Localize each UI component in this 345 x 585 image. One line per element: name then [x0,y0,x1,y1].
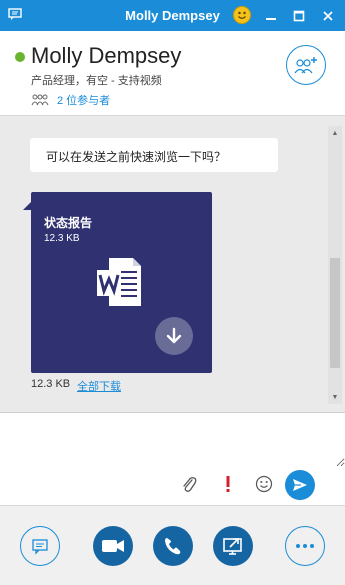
im-icon [32,538,48,555]
conversation-pane[interactable]: 可以在发送之前快速浏览一下吗？ 状态报告 12.3 KB 12.3 KB 全部下… [0,115,345,413]
present-button[interactable] [213,526,253,566]
bottom-toolbar [0,505,345,585]
importance-icon[interactable] [217,473,239,495]
video-icon [102,540,124,552]
file-size: 12.3 KB [44,233,80,244]
minimize-button[interactable] [258,3,284,29]
scroll-up-icon[interactable]: ▲ [328,126,342,140]
video-button[interactable] [93,526,133,566]
presence-available-icon [15,52,25,62]
more-options-button[interactable] [285,526,325,566]
file-attachment-card[interactable]: 状态报告 12.3 KB [23,192,212,373]
message-bubble: 可以在发送之前快速浏览一下吗？ [30,138,278,172]
call-button[interactable] [153,526,193,566]
download-arrow-icon [166,327,182,344]
add-people-icon [294,57,317,74]
present-icon [223,538,242,555]
download-button[interactable] [155,317,193,355]
im-button[interactable] [20,526,60,566]
download-all-link[interactable]: 全部下载 [77,378,121,394]
scroll-thumb[interactable] [330,258,340,368]
add-people-button[interactable] [286,45,326,85]
file-name: 状态报告 [44,216,93,230]
close-button[interactable] [315,3,341,29]
participants-link[interactable]: 2 位参与者 [31,92,110,108]
title-bar: Molly Dempsey [0,0,345,31]
send-icon [293,479,307,491]
paperclip-icon[interactable] [178,473,200,495]
call-icon [165,538,181,555]
send-button[interactable] [285,470,315,500]
contact-name: Molly Dempsey [31,43,182,68]
compose-area [0,413,345,505]
emoticon-icon[interactable] [253,473,275,495]
more-icon [296,544,314,548]
participants-label: 2 位参与者 [57,95,111,107]
scroll-down-icon[interactable]: ▼ [328,390,342,404]
conversation-scrollbar[interactable]: ▲ ▼ [328,126,342,404]
contact-header: Molly Dempsey 产品经理，有空 - 支持视频 2 位参与者 [0,31,345,115]
maximize-button[interactable] [286,3,312,29]
participants-icon [31,94,49,106]
emoticon-status-icon[interactable] [233,6,251,24]
attachment-total-size: 12.3 KB [31,378,71,390]
message-input[interactable] [0,413,345,467]
contact-subtitle: 产品经理，有空 - 支持视频 [31,75,162,87]
word-document-icon [97,258,141,306]
